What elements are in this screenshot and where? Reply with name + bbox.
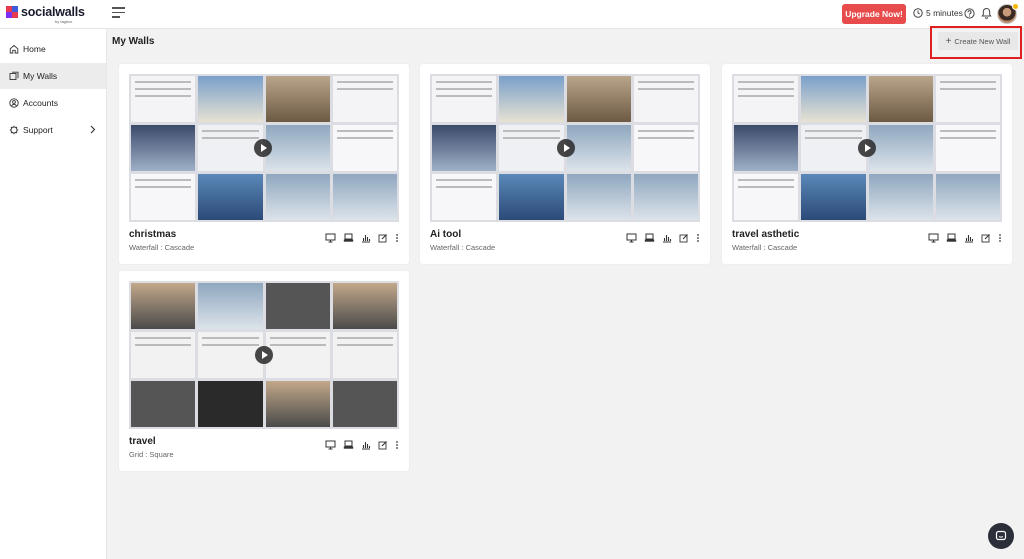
wall-layout: Grid : Square xyxy=(129,450,174,459)
sidebar-item-label: Accounts xyxy=(23,98,58,108)
wall-name: Ai tool xyxy=(430,229,462,240)
wall-layout: Waterfall : Cascade xyxy=(129,243,195,252)
upgrade-button[interactable]: Upgrade Now! xyxy=(842,4,906,24)
more-icon[interactable] xyxy=(395,233,399,243)
bell-icon[interactable] xyxy=(981,7,992,19)
chat-widget-button[interactable] xyxy=(988,523,1014,549)
menu-icon[interactable] xyxy=(112,7,125,18)
sidebar-item-support[interactable]: Support xyxy=(0,117,106,143)
help-icon[interactable] xyxy=(964,8,975,19)
wall-card[interactable]: christmas Waterfall : Cascade xyxy=(119,64,409,264)
wall-layout: Waterfall : Cascade xyxy=(430,243,496,252)
chevron-right-icon xyxy=(90,125,96,134)
accounts-icon xyxy=(9,98,19,108)
display-icon[interactable] xyxy=(343,440,354,450)
highlight-box xyxy=(930,26,1022,59)
display-icon[interactable] xyxy=(644,233,655,243)
timer-label: 5 minutes xyxy=(926,8,963,18)
display-icon[interactable] xyxy=(946,233,957,243)
sidebar-item-label: Home xyxy=(23,44,46,54)
monitor-icon[interactable] xyxy=(325,440,336,450)
edit-icon[interactable] xyxy=(981,233,991,243)
logo[interactable]: socialwalls by tagbox xyxy=(6,6,85,24)
sidebar-item-label: Support xyxy=(23,125,53,135)
chat-icon xyxy=(995,530,1007,541)
support-icon xyxy=(9,125,19,135)
wall-card[interactable]: Ai tool Waterfall : Cascade xyxy=(420,64,710,264)
brand-name: socialwalls xyxy=(21,5,85,19)
play-icon[interactable] xyxy=(557,139,575,157)
edit-icon[interactable] xyxy=(378,440,388,450)
play-icon[interactable] xyxy=(255,346,273,364)
monitor-icon[interactable] xyxy=(325,233,336,243)
clock-icon xyxy=(913,8,923,18)
wall-card[interactable]: travel asthetic Waterfall : Cascade xyxy=(722,64,1012,264)
sidebar-item-home[interactable]: Home xyxy=(0,36,106,62)
page-title: My Walls xyxy=(112,36,155,47)
wall-layout: Waterfall : Cascade xyxy=(732,243,798,252)
wall-name: travel asthetic xyxy=(732,229,800,240)
brand-sub: by tagbox xyxy=(55,18,73,24)
analytics-icon[interactable] xyxy=(361,440,371,450)
home-icon xyxy=(9,44,19,54)
avatar-badge xyxy=(1012,3,1019,10)
walls-icon xyxy=(9,71,19,80)
analytics-icon[interactable] xyxy=(361,233,371,243)
monitor-icon[interactable] xyxy=(626,233,637,243)
logo-mark xyxy=(6,6,18,18)
wall-card[interactable]: travel Grid : Square xyxy=(119,271,409,471)
display-icon[interactable] xyxy=(343,233,354,243)
timer: 5 minutes xyxy=(913,8,963,18)
edit-icon[interactable] xyxy=(679,233,689,243)
sidebar-item-label: My Walls xyxy=(23,71,58,81)
more-icon[interactable] xyxy=(696,233,700,243)
play-icon[interactable] xyxy=(858,139,876,157)
analytics-icon[interactable] xyxy=(964,233,974,243)
play-icon[interactable] xyxy=(254,139,272,157)
edit-icon[interactable] xyxy=(378,233,388,243)
sidebar-item-my-walls[interactable]: My Walls xyxy=(0,63,106,89)
analytics-icon[interactable] xyxy=(662,233,672,243)
monitor-icon[interactable] xyxy=(928,233,939,243)
sidebar: Home My Walls Accounts Support xyxy=(0,29,107,559)
sidebar-item-accounts[interactable]: Accounts xyxy=(0,90,106,116)
more-icon[interactable] xyxy=(395,440,399,450)
wall-name: travel xyxy=(129,436,156,447)
wall-name: christmas xyxy=(129,229,177,240)
more-icon[interactable] xyxy=(998,233,1002,243)
top-bar: socialwalls by tagbox Upgrade Now! 5 min… xyxy=(0,0,1024,29)
